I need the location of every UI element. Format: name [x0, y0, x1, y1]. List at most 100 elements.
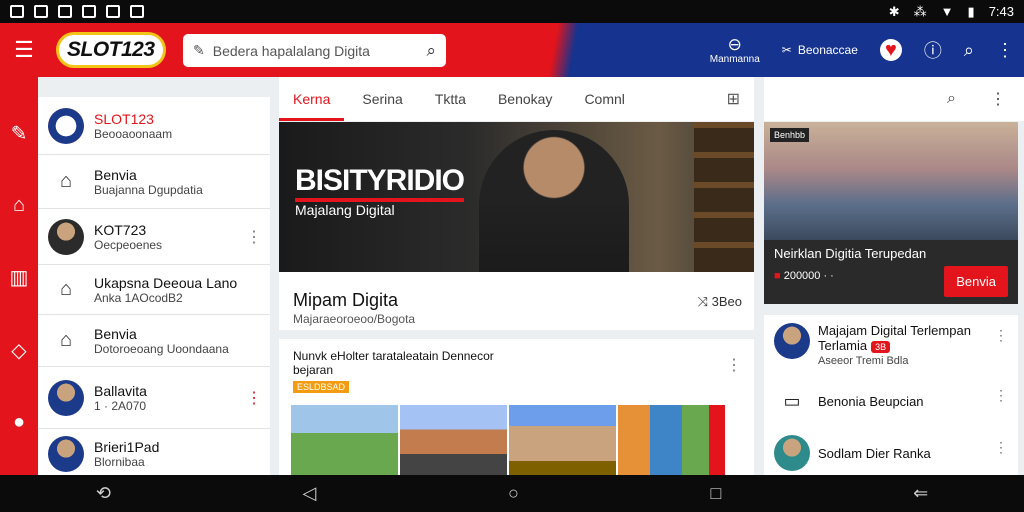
home-circle-icon[interactable]: ○: [508, 483, 519, 504]
badge-icon: ■: [774, 270, 784, 282]
image-icon: [34, 5, 48, 18]
tab-bar: Kerna Serina Tktta Benokay Comnl ⊞: [278, 77, 754, 121]
featured-banner[interactable]: BISITYRIDIO Majalang Digital: [279, 122, 754, 272]
status-bar: ✱ ⁂ ▼ ▮ 7:43: [0, 0, 1024, 23]
sidebar-item-subtitle: Buajanna Dgupdatia: [94, 182, 203, 197]
search-icon[interactable]: ⌕: [426, 41, 436, 61]
right-column: ⌕ ⋮ Benhbb Neirklan Digitia Terupedan ■ …: [764, 77, 1024, 475]
avatar: [774, 323, 810, 359]
status-time: 7:43: [988, 4, 1014, 19]
more-options-icon[interactable]: ⋮: [246, 388, 262, 408]
info-icon[interactable]: ⓘ: [924, 37, 942, 63]
notification-icon: [10, 5, 24, 18]
tab-benokay[interactable]: Benokay: [498, 91, 552, 107]
app-bar: ☰ SLOT123 ✎ Bedera hapalalang Digita ⌕ ⊖…: [0, 23, 1024, 77]
overview-icon[interactable]: □: [711, 483, 722, 504]
wifi-icon: ▼: [940, 4, 954, 19]
article-card[interactable]: Nunvk eHolter tarataleatain Dennecor bej…: [279, 339, 754, 475]
action-2-button[interactable]: ✂ Beonaccae: [782, 43, 858, 57]
right-featured-image[interactable]: Benhbb: [764, 122, 1018, 240]
sidebar-item-slot123[interactable]: SLOT123 Beooaoonaam: [38, 97, 270, 155]
pencil-icon[interactable]: ✎: [11, 121, 28, 146]
sidebar-item-title: Ballavita: [94, 382, 147, 399]
right-featured-meta: ■ 200000 · ·: [774, 270, 834, 282]
right-featured-card[interactable]: Benhbb Neirklan Digitia Terupedan ■ 2000…: [764, 122, 1018, 304]
recent-apps-icon[interactable]: ⟲: [96, 483, 111, 504]
tab-comnl[interactable]: Comnl: [584, 91, 624, 107]
featured-tag: Benhbb: [770, 128, 810, 142]
minus-circle-icon: ⊖: [727, 34, 742, 54]
action-1-button[interactable]: ⊖ Manmanna: [710, 34, 760, 65]
more-options-icon[interactable]: ⋮: [990, 89, 1006, 109]
sidebar-item-title: Brieri1Pad: [94, 439, 160, 455]
search-icon[interactable]: ⌕: [947, 90, 956, 108]
sidebar-item-title: Benvia: [94, 325, 137, 342]
banner-background: [694, 122, 754, 272]
avatar: [48, 107, 84, 144]
sidebar-item-subtitle: Beooaoonaam: [94, 126, 173, 141]
app-bar-actions: ⊖ Manmanna ✂ Beonaccae ♥ ⓘ ⌕ ⋮: [710, 23, 1014, 77]
sidebar-item-ballavita[interactable]: Ballavita 1 · 2A070 ⋮: [38, 367, 270, 429]
right-featured-meta-value: 200000 · ·: [783, 270, 834, 282]
list-item[interactable]: Sodlam Dier Ranka ⋮: [764, 427, 1018, 479]
heart-icon[interactable]: ♥: [879, 39, 902, 61]
more-options-icon[interactable]: ⋮: [246, 227, 262, 247]
status-icons-left: [10, 5, 144, 18]
list-item[interactable]: ▭ Benonia Beupcian ⋮: [764, 375, 1018, 427]
home-icon[interactable]: ⌂: [13, 194, 25, 217]
banner-person-image: [479, 130, 629, 272]
right-list: Majajam Digital Terlempan Terlamia 3B Ase…: [764, 315, 1018, 475]
folder-icon: ▭: [783, 391, 801, 411]
thumbnail-image[interactable]: [291, 405, 398, 475]
sidebar-item-brieri[interactable]: Brieri1Pad Blornibaa: [38, 429, 270, 475]
share-count[interactable]: ⤨ 3Beo: [698, 294, 742, 310]
gem-icon[interactable]: ◇: [11, 338, 26, 363]
sidebar-item-title: KOT723: [94, 221, 147, 238]
cloud-icon: [82, 5, 96, 18]
banner-headline: BISITYRIDIO: [295, 164, 465, 202]
thumbnail-image[interactable]: [618, 405, 725, 475]
featured-title[interactable]: Mipam Digita: [293, 290, 398, 311]
chart-icon[interactable]: ▥: [10, 265, 29, 290]
arrow-back-icon[interactable]: ⇐: [913, 483, 928, 504]
home-icon: ⌂: [59, 329, 73, 351]
avatar: [774, 435, 810, 471]
back-icon[interactable]: ◁: [303, 483, 317, 504]
more-options-icon[interactable]: ⋮: [996, 40, 1014, 61]
list-item-title-2: Terlamia: [818, 338, 868, 353]
article-title[interactable]: Nunvk eHolter tarataleatain Dennecor bej…: [293, 349, 533, 377]
list-item-title: Majajam Digital Terlempan: [818, 323, 971, 338]
sidebar-item-benvia[interactable]: ⌂ Benvia Buajanna Dgupdatia: [38, 155, 270, 209]
share-icon: ⤨: [697, 294, 712, 309]
vibrate-icon: ⁂: [913, 3, 927, 19]
thumbnail-image[interactable]: [400, 405, 507, 475]
mail-icon: [130, 5, 144, 18]
tab-serina[interactable]: Serina: [362, 91, 402, 107]
thumbnail-image[interactable]: [509, 405, 616, 475]
home-icon: ⌂: [59, 170, 73, 192]
sidebar-item-ukapsna[interactable]: ⌂ Ukapsna Deeoua Lano Anka 1AOcodB2: [38, 265, 270, 315]
profile-icon[interactable]: ●: [13, 411, 25, 434]
sidebar-item-subtitle: Oecpeoenes: [94, 237, 163, 252]
share-count-value: 3Beo: [711, 294, 742, 309]
more-options-icon[interactable]: ⋮: [726, 355, 742, 375]
tab-tktta[interactable]: Tktta: [435, 91, 466, 107]
right-featured-title[interactable]: Neirklan Digitia Terupedan: [774, 246, 926, 261]
list-item-title: Benonia Beupcian: [818, 393, 924, 409]
logo[interactable]: SLOT123: [56, 32, 166, 68]
menu-icon[interactable]: ☰: [10, 37, 38, 63]
sidebar-item-benvia-2[interactable]: ⌂ Benvia Dotoroeoang Uoondaana: [38, 315, 270, 367]
featured-card[interactable]: BISITYRIDIO Majalang Digital Mipam Digit…: [279, 122, 754, 330]
tab-kerna[interactable]: Kerna: [278, 91, 345, 121]
benvia-button[interactable]: Benvia: [944, 266, 1008, 297]
search-input[interactable]: ✎ Bedera hapalalang Digita ⌕: [183, 34, 446, 67]
avatar: [48, 379, 84, 416]
search-icon-header[interactable]: ⌕: [964, 40, 974, 61]
grid-icon[interactable]: ⊞: [727, 89, 740, 109]
sidebar-item-kot723[interactable]: KOT723 Oecpeoenes ⋮: [38, 209, 270, 265]
more-options-icon[interactable]: ⋮: [994, 439, 1008, 456]
more-options-icon[interactable]: ⋮: [994, 327, 1008, 344]
list-item[interactable]: Majajam Digital Terlempan Terlamia 3B Ase…: [764, 315, 1018, 375]
message-icon: [58, 5, 72, 18]
more-options-icon[interactable]: ⋮: [994, 387, 1008, 404]
